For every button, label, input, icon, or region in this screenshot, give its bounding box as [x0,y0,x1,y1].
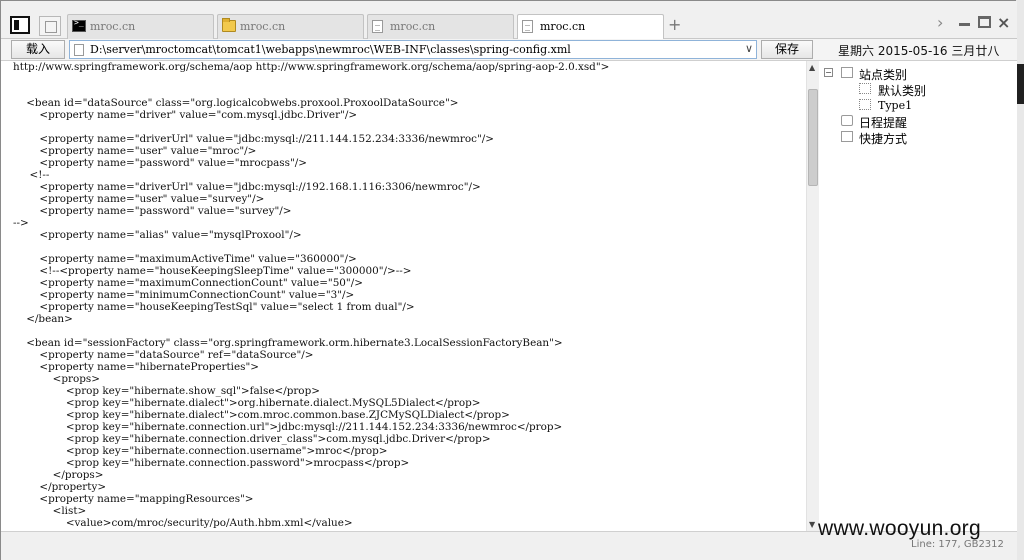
add-tab-button[interactable]: + [668,15,681,35]
code-line: <prop key="hibernate.connection.username… [13,445,388,457]
tree-item-shortcuts[interactable]: 快捷方式 [841,130,1011,146]
code-line: <property name="mappingResources"> [13,493,254,505]
scroll-up-icon[interactable]: ▲ [809,63,815,72]
file-icon [74,44,84,56]
code-line: <prop key="hibernate.connection.url">jdb… [13,421,563,433]
sidebar-toggle-icon[interactable] [10,16,30,34]
item-icon [859,83,871,94]
background-window-strip [1016,0,1024,560]
tab-label: mroc.cn [240,20,286,33]
maximize-icon[interactable] [978,16,991,28]
close-icon[interactable]: × [997,13,1010,32]
code-line: <!--<property name="houseKeepingSleepTim… [13,265,412,277]
vertical-scrollbar[interactable]: ▲ ▼ [806,61,819,531]
toolbar: 载入 D:\server\mroctomcat\tomcat1\webapps\… [1,39,1017,61]
code-line: <property name="driverUrl" value="jdbc:m… [13,133,494,145]
tab-bar: mroc.cn mroc.cn mroc.cn mroc.cn + › × [1,1,1017,40]
code-line: <property name="password" value="survey"… [13,205,292,217]
blank-page-icon[interactable] [39,16,61,36]
document-icon [522,20,533,33]
code-line: <prop key="hibernate.dialect">com.mroc.c… [13,409,510,421]
code-line: </bean> [13,313,73,325]
tree-item-label: 站点类别 [859,68,908,82]
code-line: <property name="minimumConnectionCount" … [13,289,355,301]
tree-item-label: Type1 [878,99,913,112]
editor-window: mroc.cn mroc.cn mroc.cn mroc.cn + › × 载入… [0,0,1017,560]
code-line: <property name="maximumActiveTime" value… [13,253,357,265]
tab-2[interactable]: mroc.cn [217,14,364,39]
minimize-icon[interactable] [959,23,970,26]
code-line: </props> [13,469,104,481]
code-line: <property name="password" value="mrocpas… [13,157,307,169]
scrollbar-thumb[interactable] [808,89,818,186]
code-line: <property name="driver" value="com.mysql… [13,109,358,121]
code-line: <property name="dataSource" ref="dataSou… [13,349,314,361]
chevron-right-icon[interactable]: › [937,13,943,32]
collapse-icon[interactable]: − [824,68,833,77]
code-line: <property name="houseKeepingTestSql" val… [13,301,415,313]
code-line: <property name="hibernateProperties"> [13,361,259,373]
tab-1[interactable]: mroc.cn [67,14,214,39]
tree-item-label: 快捷方式 [859,132,908,146]
code-line: <prop key="hibernate.dialect">org.hibern… [13,397,481,409]
document-icon [372,20,383,33]
folder-icon [222,18,236,32]
code-content[interactable]: http://www.springframework.org/schema/ao… [13,61,609,529]
code-line: <bean id="dataSource" class="org.logical… [13,97,459,109]
code-line: <prop key="hibernate.show_sql">false</pr… [13,385,320,397]
code-line: <list> [13,505,87,517]
tab-label: mroc.cn [90,20,136,33]
code-line: --> [13,217,29,229]
tree-item-default-category[interactable]: 默认类别 [859,82,1009,98]
code-line: http://www.springframework.org/schema/ao… [13,61,610,73]
file-path-input[interactable]: D:\server\mroctomcat\tomcat1\webapps\new… [90,43,571,56]
background-block [1016,64,1024,104]
scroll-down-icon[interactable]: ▼ [809,520,815,529]
code-line: <property name="user" value="mroc"/> [13,145,257,157]
code-line: <prop key="hibernate.connection.password… [13,457,410,469]
schedule-icon [841,115,853,126]
terminal-icon [72,18,86,32]
tab-label: mroc.cn [540,20,586,33]
item-icon [859,99,871,110]
code-line: <value>com/mroc/security/po/Auth.hbm.xml… [13,517,353,529]
site-tree-panel: − 站点类别 默认类别 Type1 日程提醒 快捷方式 [819,61,1017,531]
watermark: www.wooyun.org [818,517,981,540]
chevron-down-icon[interactable]: ∨ [745,42,753,55]
code-line: <props> [13,373,100,385]
code-line: <prop key="hibernate.connection.driver_c… [13,433,491,445]
tree-item-schedule[interactable]: 日程提醒 [841,114,1011,130]
tab-label: mroc.cn [390,20,436,33]
shortcut-icon [841,131,853,142]
code-line: <property name="driverUrl" value="jdbc:m… [13,181,481,193]
tab-4-active[interactable]: mroc.cn [517,14,664,40]
file-path-combobox[interactable]: D:\server\mroctomcat\tomcat1\webapps\new… [69,40,757,59]
tree-item-type1[interactable]: Type1 [859,98,1009,114]
code-line: <!-- [13,169,50,181]
code-line: <property name="alias" value="mysqlProxo… [13,229,302,241]
date-display: 星期六 2015-05-16 三月廿八 [838,44,1000,58]
category-icon [841,67,853,78]
code-line: </property> [13,481,107,493]
tree-item-site-category[interactable]: − 站点类别 [824,66,1014,82]
tree-item-label: 日程提醒 [859,116,908,130]
tree-item-label: 默认类别 [878,84,927,98]
text-editor[interactable]: http://www.springframework.org/schema/ao… [1,61,806,531]
save-button[interactable]: 保存 [761,40,813,59]
code-line: <property name="user" value="survey"/> [13,193,265,205]
code-line: <property name="maximumConnectionCount" … [13,277,363,289]
code-line: <bean id="sessionFactory" class="org.spr… [13,337,563,349]
tab-3[interactable]: mroc.cn [367,14,514,39]
load-button[interactable]: 载入 [11,40,65,59]
